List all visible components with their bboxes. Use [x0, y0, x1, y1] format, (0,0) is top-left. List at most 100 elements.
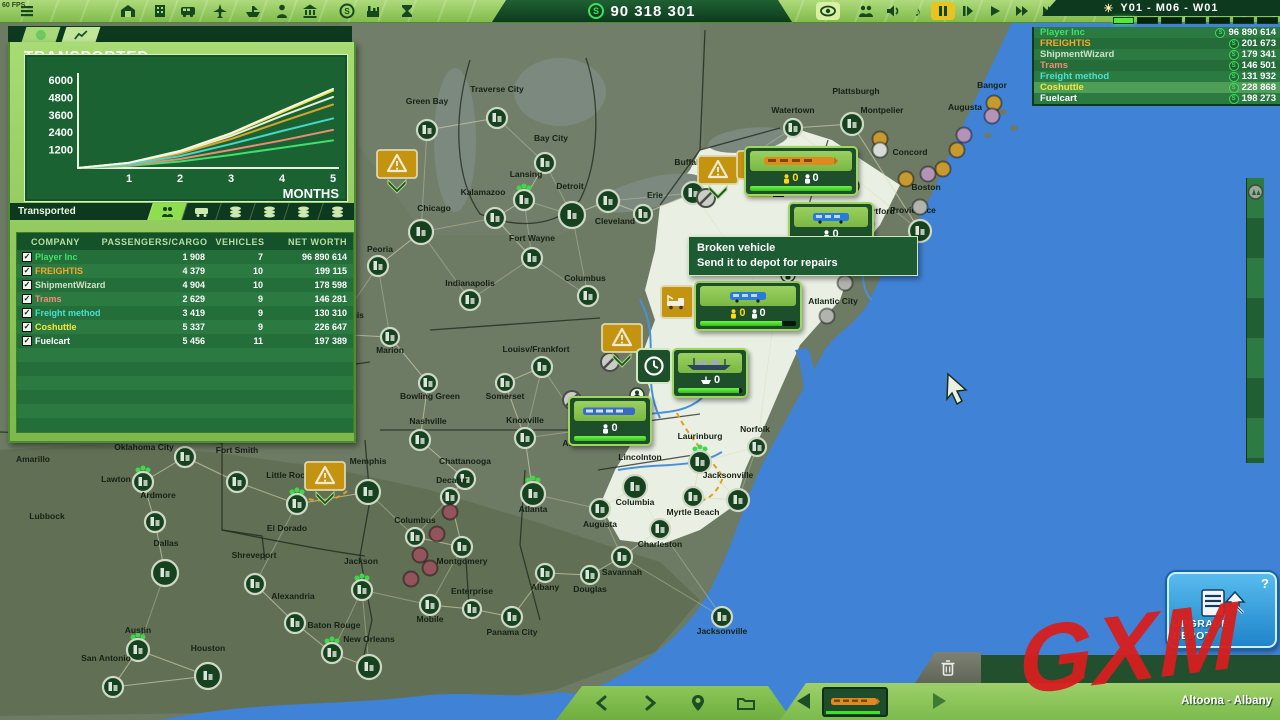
city-marker[interactable] — [612, 547, 632, 567]
resource-dot-purple[interactable] — [985, 109, 1000, 124]
city-marker[interactable] — [683, 487, 703, 507]
resource-dot-gold[interactable] — [936, 162, 951, 177]
city-marker[interactable] — [417, 120, 437, 140]
prev-button[interactable] — [585, 695, 619, 711]
city-marker[interactable] — [590, 499, 610, 519]
city-marker[interactable] — [409, 220, 433, 244]
company-checkbox[interactable]: ✓ — [22, 252, 32, 262]
city-marker[interactable] — [634, 205, 652, 223]
table-row[interactable]: ✓ ShipmentWizard 4 904 10 178 598 — [17, 278, 353, 292]
company-checkbox[interactable]: ✓ — [22, 336, 32, 346]
company-leaderboard[interactable]: Player Inc S96 890 614FREIGHTIS S201 673… — [1032, 27, 1280, 106]
resource-dot-gold[interactable] — [899, 172, 914, 187]
city-marker[interactable] — [532, 357, 552, 377]
city-marker[interactable] — [352, 574, 372, 601]
crowd-button[interactable] — [858, 3, 874, 19]
city-marker[interactable] — [485, 208, 505, 228]
table-row[interactable]: ✓ Player Inc 1 908 7 96 890 614 — [17, 250, 353, 264]
card-train-orange[interactable]: 00 — [744, 146, 858, 196]
city-marker[interactable] — [245, 574, 265, 594]
city-marker[interactable] — [463, 600, 481, 618]
company-checkbox[interactable]: ✓ — [22, 322, 32, 332]
person-icon[interactable] — [274, 3, 290, 19]
bank-icon[interactable] — [302, 3, 318, 19]
resource-dot-gray[interactable] — [838, 276, 853, 291]
city-marker[interactable] — [322, 637, 342, 664]
city-marker[interactable] — [841, 113, 863, 135]
leaderboard-row[interactable]: Fuelcart S198 273 — [1034, 93, 1280, 104]
resource-dot-gray[interactable] — [820, 309, 835, 324]
resource-dot-maroon[interactable] — [413, 548, 428, 563]
city-marker[interactable] — [487, 108, 507, 128]
city-marker[interactable] — [460, 290, 480, 310]
depot-icon[interactable] — [120, 3, 136, 19]
help-icon[interactable]: ? — [1261, 576, 1269, 591]
city-marker[interactable] — [420, 595, 440, 615]
resource-dot-white[interactable] — [873, 143, 888, 158]
city-marker[interactable] — [502, 607, 522, 627]
resource-dot-maroon[interactable] — [430, 527, 445, 542]
city-marker[interactable] — [356, 480, 380, 504]
upgrade-depot-button[interactable]: ? UPGRADE DEPOT — [1167, 572, 1277, 648]
resource-dot-gold[interactable] — [950, 143, 965, 158]
card-tow[interactable]: 00 — [694, 281, 802, 331]
factory-icon[interactable] — [365, 3, 381, 19]
music-button[interactable]: ♪ — [910, 3, 926, 19]
city-marker[interactable] — [522, 248, 542, 268]
resource-dot-maroon[interactable] — [443, 505, 458, 520]
leaderboard-row[interactable]: Trams S146 501 — [1034, 60, 1280, 71]
waiting-clock-badge[interactable] — [636, 348, 672, 384]
tow-truck-badge[interactable] — [660, 285, 694, 319]
card-train-blue[interactable]: 0 — [568, 396, 652, 446]
table-row[interactable]: ✓ Coshuttle 5 337 9 226 647 — [17, 320, 353, 334]
city-marker[interactable] — [515, 428, 535, 448]
city-marker[interactable] — [227, 472, 247, 492]
city-marker[interactable] — [368, 256, 388, 276]
tab-finance[interactable]: S — [22, 27, 61, 42]
city-marker[interactable] — [496, 374, 514, 392]
card-ship[interactable]: 0 — [672, 348, 748, 398]
city-marker[interactable] — [712, 607, 732, 627]
resource-dot-purple[interactable] — [921, 167, 936, 182]
apartment-icon[interactable] — [152, 3, 168, 19]
city-marker[interactable] — [784, 119, 802, 137]
city-marker[interactable] — [623, 475, 647, 499]
company-checkbox[interactable]: ✓ — [22, 266, 32, 276]
city-marker[interactable] — [357, 655, 381, 679]
hourglass-icon[interactable] — [399, 3, 415, 19]
resource-dot-gray[interactable] — [913, 200, 928, 215]
city-marker[interactable] — [381, 328, 399, 346]
table-row[interactable]: ✓ Freight method 3 419 9 130 310 — [17, 306, 353, 320]
city-marker[interactable] — [650, 519, 670, 539]
subtab-money4[interactable] — [317, 203, 357, 220]
city-marker[interactable] — [441, 488, 459, 506]
city-marker[interactable] — [578, 286, 598, 306]
city-marker[interactable] — [419, 374, 437, 392]
city-marker[interactable] — [748, 438, 766, 456]
volume-button[interactable] — [885, 3, 901, 19]
table-row[interactable]: ✓ FREIGHTIS 4 379 10 199 115 — [17, 264, 353, 278]
city-marker[interactable] — [410, 430, 430, 450]
resource-dot-purple[interactable] — [957, 128, 972, 143]
selected-vehicle-thumbnail[interactable] — [822, 687, 888, 717]
locate-button[interactable] — [681, 694, 715, 712]
city-marker[interactable] — [727, 489, 749, 511]
leaderboard-row[interactable]: Player Inc S96 890 614 — [1034, 27, 1280, 38]
resource-dot-maroon[interactable] — [404, 572, 419, 587]
city-marker[interactable] — [285, 613, 305, 633]
city-marker[interactable] — [536, 564, 554, 582]
company-table[interactable]: COMPANY PASSENGERS/CARGO VEHICLES NET WO… — [16, 232, 354, 433]
company-checkbox[interactable]: ✓ — [22, 308, 32, 318]
finance-icon[interactable]: S — [339, 3, 355, 19]
tab-chart[interactable] — [62, 27, 101, 42]
next-vehicle-button[interactable] — [930, 691, 948, 711]
city-marker[interactable] — [597, 190, 619, 212]
table-row[interactable]: ✓ Trams 2 629 9 146 281 — [17, 292, 353, 306]
city-marker[interactable] — [406, 528, 424, 546]
city-marker[interactable] — [133, 466, 153, 493]
city-marker[interactable] — [452, 537, 472, 557]
city-marker[interactable] — [287, 488, 307, 515]
play-button[interactable] — [987, 3, 1003, 19]
city-marker[interactable] — [514, 184, 534, 211]
fast-forward-button[interactable] — [1014, 3, 1030, 19]
